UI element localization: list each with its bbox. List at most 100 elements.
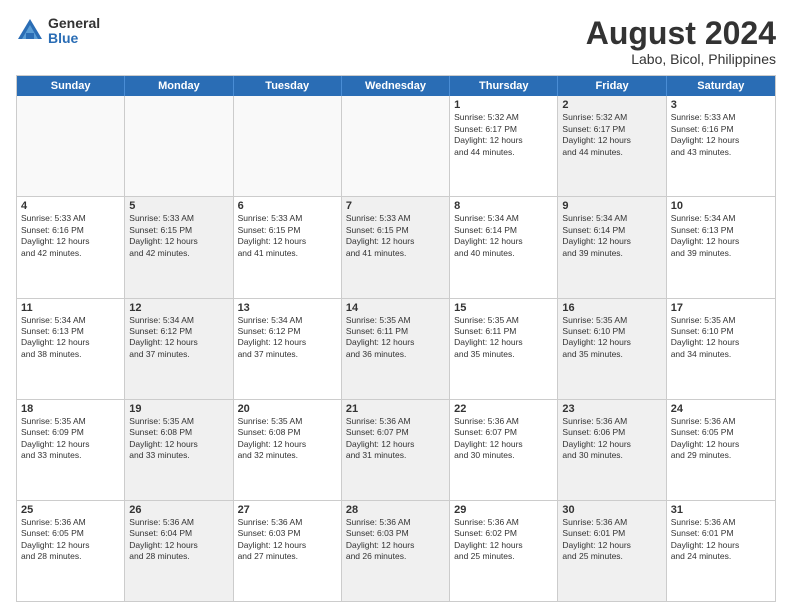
calendar-header: SundayMondayTuesdayWednesdayThursdayFrid… bbox=[17, 76, 775, 96]
cell-info-22: Sunrise: 5:36 AM Sunset: 6:07 PM Dayligh… bbox=[454, 416, 553, 462]
cal-cell-3-4: 14Sunrise: 5:35 AM Sunset: 6:11 PM Dayli… bbox=[342, 299, 450, 399]
header-thursday: Thursday bbox=[450, 76, 558, 96]
day-number-8: 8 bbox=[454, 200, 553, 212]
cal-row-4: 18Sunrise: 5:35 AM Sunset: 6:09 PM Dayli… bbox=[17, 399, 775, 500]
cal-cell-3-5: 15Sunrise: 5:35 AM Sunset: 6:11 PM Dayli… bbox=[450, 299, 558, 399]
cell-info-7: Sunrise: 5:33 AM Sunset: 6:15 PM Dayligh… bbox=[346, 213, 445, 259]
cal-cell-1-1 bbox=[17, 96, 125, 196]
cell-info-29: Sunrise: 5:36 AM Sunset: 6:02 PM Dayligh… bbox=[454, 517, 553, 563]
day-number-27: 27 bbox=[238, 504, 337, 516]
calendar-body: 1Sunrise: 5:32 AM Sunset: 6:17 PM Daylig… bbox=[17, 96, 775, 601]
cell-info-5: Sunrise: 5:33 AM Sunset: 6:15 PM Dayligh… bbox=[129, 213, 228, 259]
cal-cell-3-2: 12Sunrise: 5:34 AM Sunset: 6:12 PM Dayli… bbox=[125, 299, 233, 399]
cal-row-2: 4Sunrise: 5:33 AM Sunset: 6:16 PM Daylig… bbox=[17, 196, 775, 297]
main-title: August 2024 bbox=[586, 16, 776, 51]
cal-cell-3-3: 13Sunrise: 5:34 AM Sunset: 6:12 PM Dayli… bbox=[234, 299, 342, 399]
cal-cell-2-2: 5Sunrise: 5:33 AM Sunset: 6:15 PM Daylig… bbox=[125, 197, 233, 297]
day-number-15: 15 bbox=[454, 302, 553, 314]
day-number-9: 9 bbox=[562, 200, 661, 212]
day-number-28: 28 bbox=[346, 504, 445, 516]
day-number-18: 18 bbox=[21, 403, 120, 415]
cal-cell-3-6: 16Sunrise: 5:35 AM Sunset: 6:10 PM Dayli… bbox=[558, 299, 666, 399]
page: General Blue August 2024 Labo, Bicol, Ph… bbox=[0, 0, 792, 612]
cell-info-14: Sunrise: 5:35 AM Sunset: 6:11 PM Dayligh… bbox=[346, 315, 445, 361]
header-wednesday: Wednesday bbox=[342, 76, 450, 96]
cell-info-11: Sunrise: 5:34 AM Sunset: 6:13 PM Dayligh… bbox=[21, 315, 120, 361]
cal-cell-4-6: 23Sunrise: 5:36 AM Sunset: 6:06 PM Dayli… bbox=[558, 400, 666, 500]
cell-info-25: Sunrise: 5:36 AM Sunset: 6:05 PM Dayligh… bbox=[21, 517, 120, 563]
header: General Blue August 2024 Labo, Bicol, Ph… bbox=[16, 16, 776, 67]
cal-cell-5-1: 25Sunrise: 5:36 AM Sunset: 6:05 PM Dayli… bbox=[17, 501, 125, 601]
cal-row-5: 25Sunrise: 5:36 AM Sunset: 6:05 PM Dayli… bbox=[17, 500, 775, 601]
cell-info-30: Sunrise: 5:36 AM Sunset: 6:01 PM Dayligh… bbox=[562, 517, 661, 563]
cell-info-9: Sunrise: 5:34 AM Sunset: 6:14 PM Dayligh… bbox=[562, 213, 661, 259]
cell-info-17: Sunrise: 5:35 AM Sunset: 6:10 PM Dayligh… bbox=[671, 315, 771, 361]
calendar: SundayMondayTuesdayWednesdayThursdayFrid… bbox=[16, 75, 776, 602]
day-number-31: 31 bbox=[671, 504, 771, 516]
day-number-3: 3 bbox=[671, 99, 771, 111]
cell-info-1: Sunrise: 5:32 AM Sunset: 6:17 PM Dayligh… bbox=[454, 112, 553, 158]
logo-icon bbox=[16, 17, 44, 45]
cal-cell-1-4 bbox=[342, 96, 450, 196]
cal-cell-5-6: 30Sunrise: 5:36 AM Sunset: 6:01 PM Dayli… bbox=[558, 501, 666, 601]
cell-info-26: Sunrise: 5:36 AM Sunset: 6:04 PM Dayligh… bbox=[129, 517, 228, 563]
cell-info-10: Sunrise: 5:34 AM Sunset: 6:13 PM Dayligh… bbox=[671, 213, 771, 259]
cal-cell-5-7: 31Sunrise: 5:36 AM Sunset: 6:01 PM Dayli… bbox=[667, 501, 775, 601]
cell-info-19: Sunrise: 5:35 AM Sunset: 6:08 PM Dayligh… bbox=[129, 416, 228, 462]
cell-info-4: Sunrise: 5:33 AM Sunset: 6:16 PM Dayligh… bbox=[21, 213, 120, 259]
logo-general-text: General bbox=[48, 16, 100, 31]
day-number-23: 23 bbox=[562, 403, 661, 415]
day-number-30: 30 bbox=[562, 504, 661, 516]
cal-cell-2-1: 4Sunrise: 5:33 AM Sunset: 6:16 PM Daylig… bbox=[17, 197, 125, 297]
cal-cell-4-7: 24Sunrise: 5:36 AM Sunset: 6:05 PM Dayli… bbox=[667, 400, 775, 500]
day-number-14: 14 bbox=[346, 302, 445, 314]
cal-cell-5-5: 29Sunrise: 5:36 AM Sunset: 6:02 PM Dayli… bbox=[450, 501, 558, 601]
day-number-10: 10 bbox=[671, 200, 771, 212]
cal-cell-1-7: 3Sunrise: 5:33 AM Sunset: 6:16 PM Daylig… bbox=[667, 96, 775, 196]
cal-row-1: 1Sunrise: 5:32 AM Sunset: 6:17 PM Daylig… bbox=[17, 96, 775, 196]
cell-info-2: Sunrise: 5:32 AM Sunset: 6:17 PM Dayligh… bbox=[562, 112, 661, 158]
cell-info-20: Sunrise: 5:35 AM Sunset: 6:08 PM Dayligh… bbox=[238, 416, 337, 462]
cal-cell-4-3: 20Sunrise: 5:35 AM Sunset: 6:08 PM Dayli… bbox=[234, 400, 342, 500]
cal-cell-2-3: 6Sunrise: 5:33 AM Sunset: 6:15 PM Daylig… bbox=[234, 197, 342, 297]
cal-cell-2-4: 7Sunrise: 5:33 AM Sunset: 6:15 PM Daylig… bbox=[342, 197, 450, 297]
cal-cell-5-2: 26Sunrise: 5:36 AM Sunset: 6:04 PM Dayli… bbox=[125, 501, 233, 601]
cell-info-12: Sunrise: 5:34 AM Sunset: 6:12 PM Dayligh… bbox=[129, 315, 228, 361]
day-number-5: 5 bbox=[129, 200, 228, 212]
day-number-13: 13 bbox=[238, 302, 337, 314]
cal-cell-3-1: 11Sunrise: 5:34 AM Sunset: 6:13 PM Dayli… bbox=[17, 299, 125, 399]
subtitle: Labo, Bicol, Philippines bbox=[586, 51, 776, 67]
day-number-7: 7 bbox=[346, 200, 445, 212]
day-number-24: 24 bbox=[671, 403, 771, 415]
day-number-22: 22 bbox=[454, 403, 553, 415]
logo-text: General Blue bbox=[48, 16, 100, 47]
cal-cell-4-2: 19Sunrise: 5:35 AM Sunset: 6:08 PM Dayli… bbox=[125, 400, 233, 500]
cal-cell-2-5: 8Sunrise: 5:34 AM Sunset: 6:14 PM Daylig… bbox=[450, 197, 558, 297]
header-saturday: Saturday bbox=[667, 76, 775, 96]
cell-info-15: Sunrise: 5:35 AM Sunset: 6:11 PM Dayligh… bbox=[454, 315, 553, 361]
cell-info-21: Sunrise: 5:36 AM Sunset: 6:07 PM Dayligh… bbox=[346, 416, 445, 462]
cell-info-24: Sunrise: 5:36 AM Sunset: 6:05 PM Dayligh… bbox=[671, 416, 771, 462]
cal-cell-1-2 bbox=[125, 96, 233, 196]
day-number-19: 19 bbox=[129, 403, 228, 415]
day-number-26: 26 bbox=[129, 504, 228, 516]
header-sunday: Sunday bbox=[17, 76, 125, 96]
day-number-4: 4 bbox=[21, 200, 120, 212]
logo: General Blue bbox=[16, 16, 100, 47]
cell-info-16: Sunrise: 5:35 AM Sunset: 6:10 PM Dayligh… bbox=[562, 315, 661, 361]
cell-info-23: Sunrise: 5:36 AM Sunset: 6:06 PM Dayligh… bbox=[562, 416, 661, 462]
day-number-11: 11 bbox=[21, 302, 120, 314]
cal-cell-4-1: 18Sunrise: 5:35 AM Sunset: 6:09 PM Dayli… bbox=[17, 400, 125, 500]
day-number-25: 25 bbox=[21, 504, 120, 516]
day-number-1: 1 bbox=[454, 99, 553, 111]
cell-info-28: Sunrise: 5:36 AM Sunset: 6:03 PM Dayligh… bbox=[346, 517, 445, 563]
cell-info-31: Sunrise: 5:36 AM Sunset: 6:01 PM Dayligh… bbox=[671, 517, 771, 563]
day-number-29: 29 bbox=[454, 504, 553, 516]
cal-cell-4-5: 22Sunrise: 5:36 AM Sunset: 6:07 PM Dayli… bbox=[450, 400, 558, 500]
day-number-6: 6 bbox=[238, 200, 337, 212]
cell-info-18: Sunrise: 5:35 AM Sunset: 6:09 PM Dayligh… bbox=[21, 416, 120, 462]
cell-info-6: Sunrise: 5:33 AM Sunset: 6:15 PM Dayligh… bbox=[238, 213, 337, 259]
cal-cell-5-4: 28Sunrise: 5:36 AM Sunset: 6:03 PM Dayli… bbox=[342, 501, 450, 601]
cal-cell-1-6: 2Sunrise: 5:32 AM Sunset: 6:17 PM Daylig… bbox=[558, 96, 666, 196]
cal-cell-2-6: 9Sunrise: 5:34 AM Sunset: 6:14 PM Daylig… bbox=[558, 197, 666, 297]
